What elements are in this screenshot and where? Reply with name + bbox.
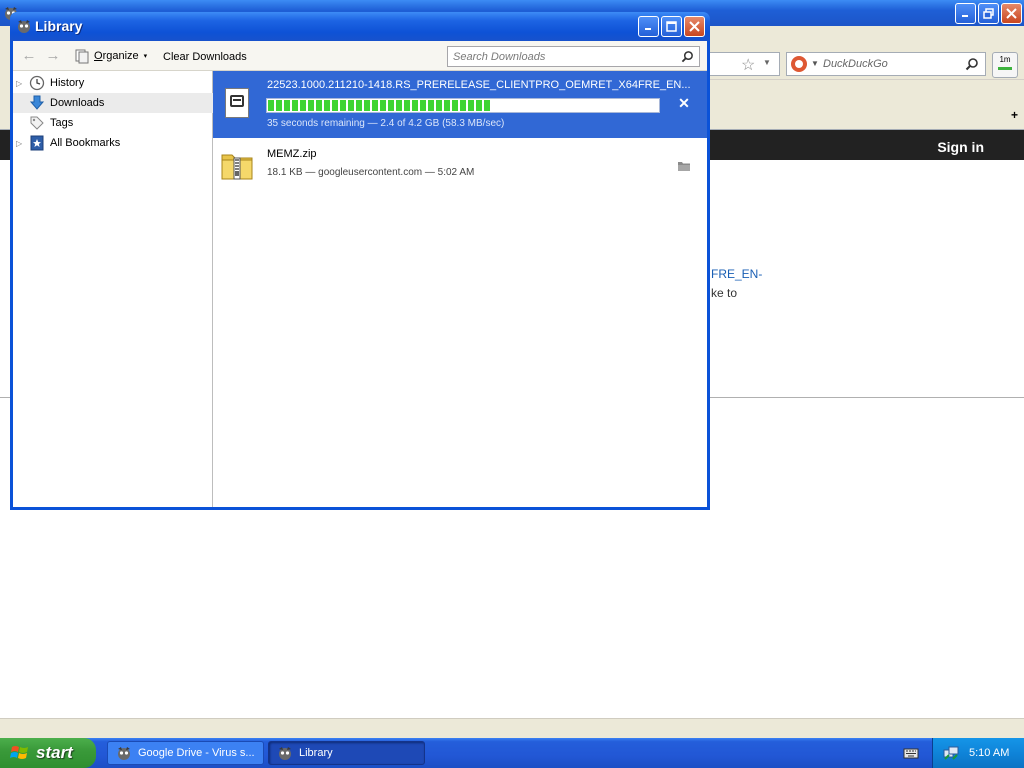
minimize-icon — [962, 15, 968, 17]
maximize-button[interactable] — [661, 16, 682, 37]
search-icon[interactable] — [681, 50, 694, 63]
forward-arrow-icon[interactable]: → — [45, 48, 61, 64]
browser-icon — [118, 747, 130, 760]
restore-icon — [983, 8, 994, 19]
close-button[interactable] — [1001, 3, 1022, 24]
close-icon — [1006, 8, 1017, 19]
keyboard-icon[interactable] — [903, 746, 919, 760]
browser-statusbar — [0, 718, 1024, 738]
windows-logo-icon — [10, 746, 28, 759]
close-icon — [689, 21, 700, 32]
clear-downloads-button[interactable]: Clear Downloads — [163, 51, 247, 63]
clock[interactable]: 5:10 AM — [969, 747, 1009, 759]
expand-triangle-icon[interactable]: ▷ — [16, 79, 26, 88]
downloads-list: 22523.1000.211210-1418.RS_PRERELEASE_CLI… — [213, 71, 707, 507]
library-sidebar: ▷ History Downloads Tags ▷ All Bookmarks — [13, 71, 213, 507]
minimize-button[interactable] — [955, 3, 976, 24]
taskbar-button-library[interactable]: Library — [268, 741, 425, 765]
clock-icon — [29, 75, 45, 91]
download-filename: 22523.1000.211210-1418.RS_PRERELEASE_CLI… — [267, 79, 691, 91]
minimize-icon — [645, 28, 651, 30]
organize-accesskey: O — [94, 50, 103, 62]
sidebar-item-label: Tags — [50, 117, 74, 129]
taskbar-button-google-drive[interactable]: Google Drive - Virus s... — [107, 741, 264, 765]
organize-label: Organize — [94, 50, 139, 62]
library-body: ← → Organize ▾ Clear Downloads ▷ — [13, 41, 707, 507]
minimize-button[interactable] — [638, 16, 659, 37]
system-tray: 5:10 AM — [932, 738, 1024, 768]
new-tab-icon[interactable]: + — [1011, 108, 1018, 122]
search-downloads-input[interactable] — [448, 47, 668, 66]
sign-in-link[interactable]: Sign in — [937, 139, 984, 155]
addon-label: 1m — [999, 55, 1011, 64]
sidebar-item-history[interactable]: ▷ History — [13, 73, 213, 93]
addon-bar-icon — [998, 67, 1012, 70]
duckduckgo-icon — [791, 56, 807, 72]
library-titlebar[interactable]: Library — [10, 12, 710, 41]
close-button[interactable] — [684, 16, 705, 37]
addon-button[interactable]: 1m — [992, 52, 1018, 78]
browser-icon — [18, 20, 30, 33]
chevron-down-icon: ▾ — [143, 53, 148, 60]
start-label: start — [36, 743, 73, 762]
search-engine-dropdown-icon[interactable]: ▼ — [811, 59, 819, 68]
download-status: 35 seconds remaining — 2.4 of 4.2 GB (58… — [267, 118, 505, 129]
sidebar-item-downloads[interactable]: Downloads — [13, 93, 213, 113]
sidebar-item-label: All Bookmarks — [50, 137, 121, 149]
disc-image-file-icon — [225, 88, 249, 118]
bookmark-star-icon[interactable]: ☆ — [741, 55, 755, 75]
url-dropdown-icon[interactable]: ▼ — [763, 58, 771, 67]
download-progress-fill — [268, 100, 491, 111]
cancel-icon[interactable]: ✕ — [677, 96, 691, 110]
restore-button[interactable] — [978, 3, 999, 24]
zip-folder-icon — [221, 154, 253, 180]
back-arrow-icon[interactable]: ← — [21, 48, 37, 64]
organize-menu-button[interactable]: Organize ▾ — [74, 48, 147, 64]
background-window-controls — [955, 3, 1022, 24]
tag-icon — [29, 115, 45, 131]
start-button[interactable]: start — [0, 738, 96, 768]
sidebar-item-label: Downloads — [50, 97, 105, 109]
expand-triangle-icon[interactable]: ▷ — [16, 139, 26, 148]
page-file-link[interactable]: FRE_EN- — [711, 267, 762, 281]
organize-label-rest: rganize — [102, 50, 139, 62]
search-downloads-box[interactable] — [447, 46, 700, 67]
browser-icon — [279, 747, 291, 760]
page-text: ke to — [711, 286, 738, 300]
download-item-completed[interactable]: MEMZ.zip 18.1 KB — googleusercontent.com… — [213, 138, 707, 196]
sidebar-item-tags[interactable]: Tags — [13, 113, 213, 133]
library-window: Library ← → Organize ▾ Clear Downloads S… — [10, 12, 710, 510]
sidebar-item-all-bookmarks[interactable]: ▷ All Bookmarks — [13, 133, 213, 153]
maximize-icon — [666, 21, 677, 32]
library-title: Library — [35, 18, 83, 34]
folder-icon[interactable] — [677, 160, 691, 172]
browser-search-placeholder: DuckDuckGo — [823, 58, 888, 70]
bookmarks-icon — [29, 135, 45, 151]
sidebar-item-label: History — [50, 77, 85, 89]
network-icon[interactable] — [943, 745, 959, 761]
organize-icon — [75, 49, 89, 64]
library-toolbar: ← → Organize ▾ Clear Downloads — [13, 41, 707, 71]
library-window-controls — [638, 16, 705, 37]
download-status: 18.1 KB — googleusercontent.com — 5:02 A… — [267, 167, 475, 178]
taskbar-button-label: Google Drive - Virus s... — [138, 747, 255, 759]
download-filename: MEMZ.zip — [267, 148, 317, 160]
download-item-active[interactable]: 22523.1000.211210-1418.RS_PRERELEASE_CLI… — [213, 71, 707, 138]
taskbar: start Google Drive - Virus s... Library … — [0, 738, 1024, 768]
search-icon[interactable] — [965, 57, 979, 71]
browser-search-box[interactable]: ▼ DuckDuckGo — [786, 52, 986, 76]
taskbar-button-label: Library — [299, 747, 333, 759]
download-arrow-icon — [29, 95, 45, 111]
download-progress-bar — [266, 98, 660, 113]
